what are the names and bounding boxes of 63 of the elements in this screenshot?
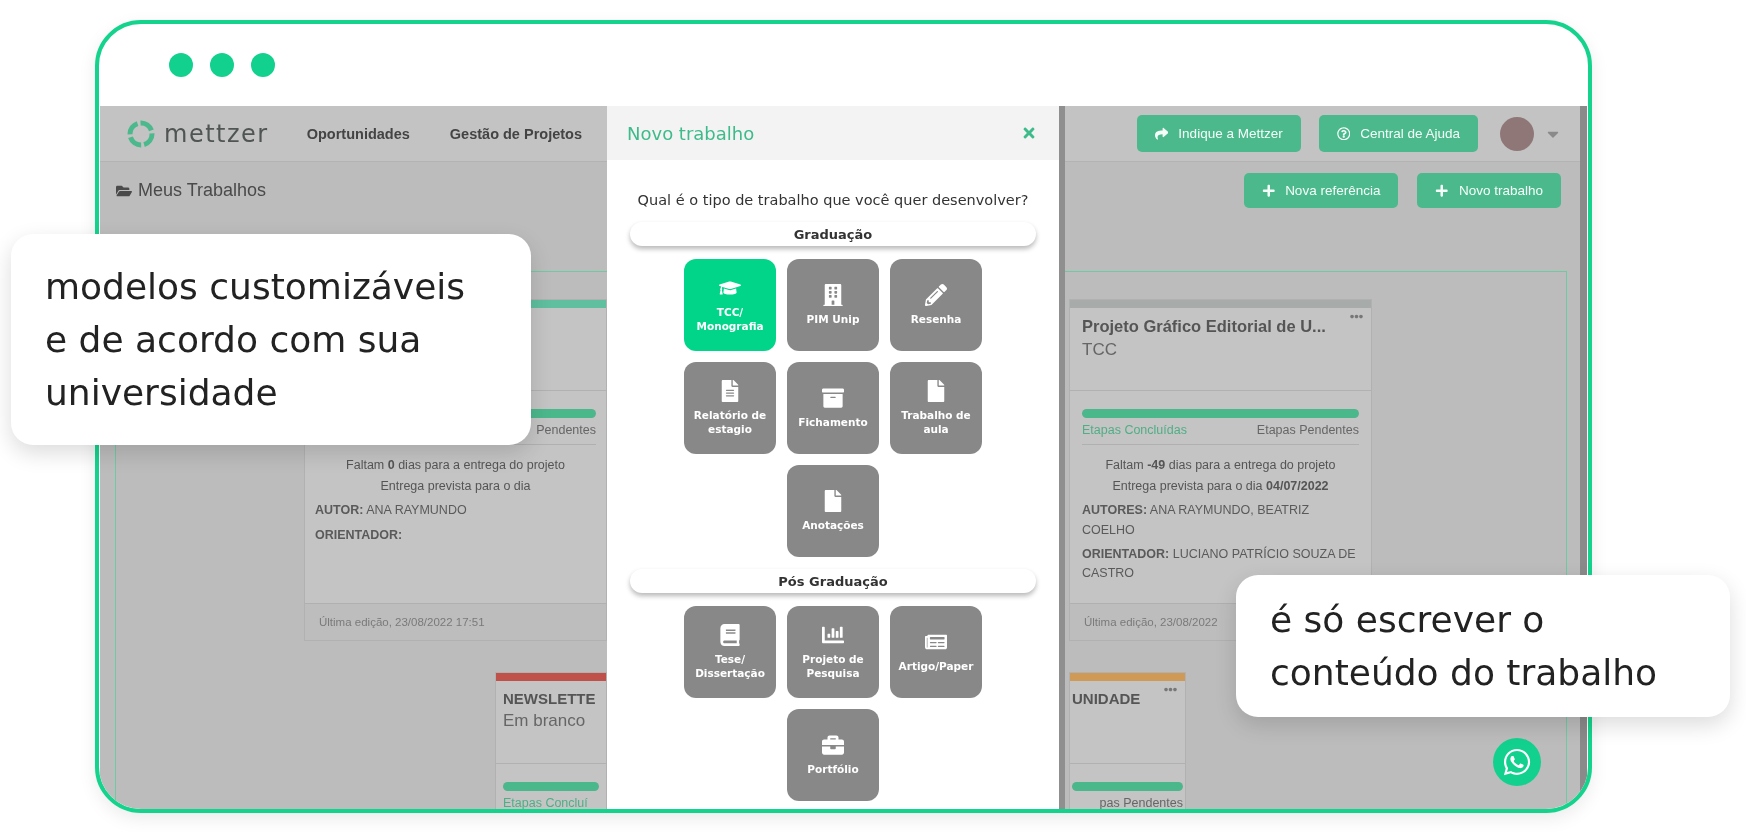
- section-heading: Pós Graduação: [630, 569, 1036, 593]
- add-button[interactable]: Nova referência: [1243, 173, 1399, 208]
- window-dot: [251, 53, 275, 77]
- card-title: Projeto Gráfico Editorial de U...: [1082, 317, 1327, 336]
- help-icon: [1336, 126, 1351, 141]
- work-type-tile[interactable]: Tese/ Dissertação: [684, 606, 776, 698]
- work-type-tile[interactable]: TCC/ Monografia: [684, 259, 776, 351]
- logo-text[interactable]: mettzer: [164, 119, 269, 148]
- logo-ring-icon: [126, 118, 156, 149]
- person-text: ORIENTADOR:: [315, 526, 404, 544]
- whatsapp-chat-button[interactable]: [1493, 738, 1541, 786]
- work-type-tile[interactable]: Artigo/Paper: [890, 606, 982, 698]
- pencil-icon: [925, 283, 947, 306]
- nav-link[interactable]: Oportunidades: [306, 125, 410, 142]
- nav-button[interactable]: Central de Ajuda: [1318, 115, 1478, 152]
- pending-label: pas Pendentes: [1099, 796, 1183, 809]
- page-title: Meus Trabalhos: [138, 180, 267, 201]
- callout-tooltip: modelos customizáveis e de acordo com sua universidade: [11, 234, 531, 445]
- page-icon: [822, 489, 844, 512]
- book-icon: [719, 623, 741, 646]
- nav-button[interactable]: Indique a Mettzer: [1136, 115, 1301, 152]
- work-type-tile[interactable]: Fichamento: [787, 362, 879, 454]
- work-type-tile[interactable]: Anotações: [787, 465, 879, 557]
- completed-label: Etapas Concluí: [503, 796, 588, 809]
- due-date-text: Entrega prevista para o dia: [379, 477, 532, 495]
- card-subtitle: TCC: [1082, 340, 1118, 360]
- card-title: UNIDADE: [1072, 690, 1142, 707]
- work-type-tile[interactable]: Relatório de estagio: [684, 362, 776, 454]
- chat-bubble-phone-icon: [1502, 747, 1532, 777]
- nav-link[interactable]: Gestão de Projetos: [449, 125, 582, 142]
- window-dot: [169, 53, 193, 77]
- person-text: AUTORES: ANA RAYMUNDO, BEATRIZ COELHO: [1082, 502, 1311, 539]
- card-title: NEWSLETTE: [503, 690, 597, 707]
- page-icon: [925, 379, 947, 402]
- briefcase-icon: [822, 733, 844, 756]
- plus-icon: [1261, 183, 1276, 198]
- deadline-text: Faltam 0 dias para a entrega do projeto: [345, 457, 566, 474]
- section-heading: Graduação: [630, 222, 1036, 246]
- person-text: AUTOR: ANA RAYMUNDO: [315, 502, 468, 520]
- plus-icon: [1435, 183, 1449, 198]
- archive-box-icon: [822, 386, 844, 409]
- building-icon: [822, 283, 844, 306]
- work-type-tile[interactable]: Projeto de Pesquisa: [787, 606, 879, 698]
- share-arrow-icon: [1154, 126, 1169, 141]
- card-subtitle: Em branco: [503, 711, 587, 731]
- window-dot: [210, 53, 234, 77]
- work-type-tile[interactable]: Portfólio: [787, 709, 879, 801]
- work-type-tile[interactable]: PIM Unip: [787, 259, 879, 351]
- add-button[interactable]: Novo trabalho: [1417, 173, 1561, 208]
- last-edit-text: Última edição, 23/08/2022 17:51: [305, 603, 606, 640]
- due-date-text: Entrega prevista para o dia 04/07/2022: [1111, 477, 1330, 495]
- dialog-title: Novo trabalho: [627, 122, 755, 144]
- pending-label: Pendentes: [536, 423, 596, 437]
- deadline-text: Faltam -49 dias para a entrega do projeto: [1104, 457, 1337, 474]
- document-icon: [719, 379, 741, 402]
- callout-tooltip: é só escrever o conteúdo do trabalho: [1236, 575, 1730, 717]
- completed-label: Etapas Concluídas: [1082, 423, 1187, 437]
- question-text: Qual é o tipo de trabalho que você quer desenvolver?: [637, 191, 1029, 210]
- work-type-tile[interactable]: Trabalho de aula: [890, 362, 982, 454]
- avatar[interactable]: [1500, 116, 1534, 151]
- pending-label: Etapas Pendentes: [1256, 423, 1359, 437]
- close-icon[interactable]: [1021, 125, 1037, 141]
- work-type-tile[interactable]: Resenha: [890, 259, 982, 351]
